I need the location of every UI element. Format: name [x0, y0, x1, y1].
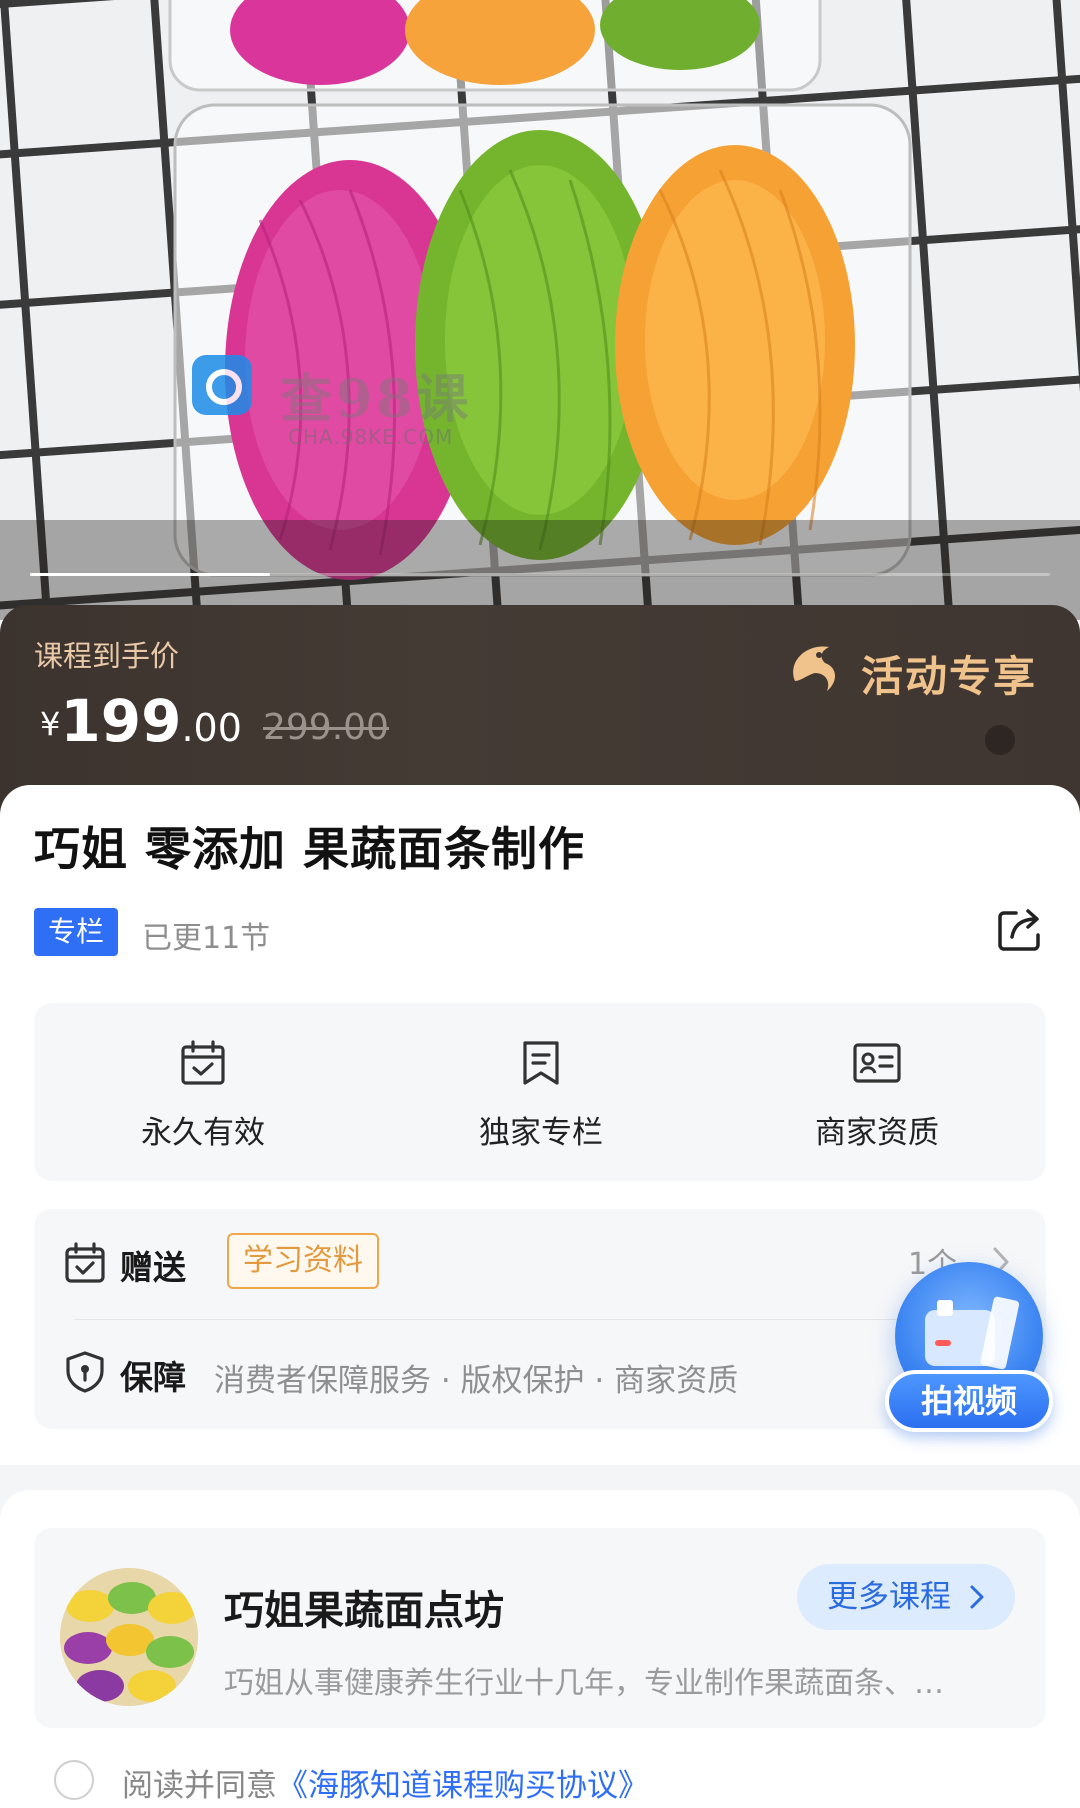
agreement-checkbox[interactable] [54, 1760, 94, 1800]
shoot-video-button[interactable]: 拍视频 [885, 1262, 1053, 1438]
carousel-indicator [30, 573, 1050, 576]
update-count: 已更11节 [142, 921, 271, 956]
agreement-row: 阅读并同意《海豚知道课程购买协议》 [54, 1756, 1054, 1804]
shop-section: 巧姐果蔬面点坊 更多课程 巧姐从事健康养生行业十几年，专业制作果蔬面条、… 阅读… [0, 1490, 1080, 1808]
shop-description: 巧姐从事健康养生行业十几年，专业制作果蔬面条、… [224, 1666, 944, 1701]
shop-card[interactable]: 巧姐果蔬面点坊 更多课程 巧姐从事健康养生行业十几年，专业制作果蔬面条、… [34, 1528, 1046, 1728]
feature-merchant[interactable]: 商家资质 [708, 1003, 1046, 1181]
watermark-text: 查98课 [280, 369, 473, 430]
price-decimal: .00 [181, 706, 242, 750]
feature-exclusive[interactable]: 独家专栏 [372, 1003, 710, 1181]
promo-tag: 活动专享 [785, 635, 1045, 705]
watermark-subtext: CHA.98KE.COM [288, 425, 454, 449]
agreement-link[interactable]: 《海豚知道课程购买协议》 [277, 1768, 649, 1804]
chevron-right-icon [970, 1585, 984, 1609]
watermark-logo-icon [192, 355, 252, 415]
gift-tag: 学习资料 [227, 1233, 379, 1289]
shoot-video-label: 拍视频 [885, 1370, 1053, 1432]
guarantee-title: 保障 [120, 1358, 186, 1397]
noodles-photo [0, 0, 1080, 620]
gift-title: 赠送 [120, 1248, 186, 1287]
gift-calendar-icon [65, 1242, 105, 1283]
shop-name: 巧姐果蔬面点坊 [224, 1588, 504, 1634]
more-courses-label: 更多课程 [827, 1579, 951, 1615]
guarantee-text: 消费者保障服务 · 版权保护 · 商家资质 [214, 1363, 739, 1399]
feature-permanent[interactable]: 永久有效 [34, 1003, 372, 1181]
feature-label: 永久有效 [141, 1115, 265, 1151]
shield-icon [66, 1351, 104, 1393]
features-panel: 永久有效 独家专栏 商家资质 [34, 1003, 1046, 1181]
column-badge: 专栏 [34, 908, 118, 956]
course-cover-image[interactable]: 查98课 CHA.98KE.COM [0, 0, 1080, 620]
decoration-circle [985, 725, 1015, 755]
calendar-check-icon [181, 1040, 225, 1085]
agreement-text: 阅读并同意《海豚知道课程购买协议》 [122, 1760, 649, 1805]
bookmark-icon [523, 1041, 559, 1085]
price-label: 课程到手价 [34, 639, 180, 673]
dumplings-image [60, 1568, 198, 1706]
more-courses-button[interactable]: 更多课程 [797, 1564, 1015, 1630]
promo-text: 活动专享 [861, 652, 1038, 701]
feature-label: 商家资质 [815, 1115, 939, 1151]
id-card-icon [853, 1043, 901, 1083]
price-integer: 199 [60, 687, 182, 755]
carousel-indicator-active [30, 573, 270, 576]
original-price: 299.00 [263, 707, 389, 748]
feature-label: 独家专栏 [479, 1115, 603, 1151]
share-icon[interactable] [994, 903, 1046, 955]
course-title: 巧姐 零添加 果蔬面条制作 [34, 822, 586, 876]
agreement-prefix: 阅读并同意 [122, 1768, 277, 1804]
current-price: ¥199.00 [40, 687, 242, 755]
dolphin-logo-icon [793, 646, 836, 691]
watermark: 查98课 CHA.98KE.COM [192, 355, 492, 455]
currency-symbol: ¥ [40, 705, 61, 743]
shop-avatar[interactable] [60, 1568, 198, 1706]
price-banner: 课程到手价 ¥199.00 299.00 活动专享 [0, 605, 1080, 815]
